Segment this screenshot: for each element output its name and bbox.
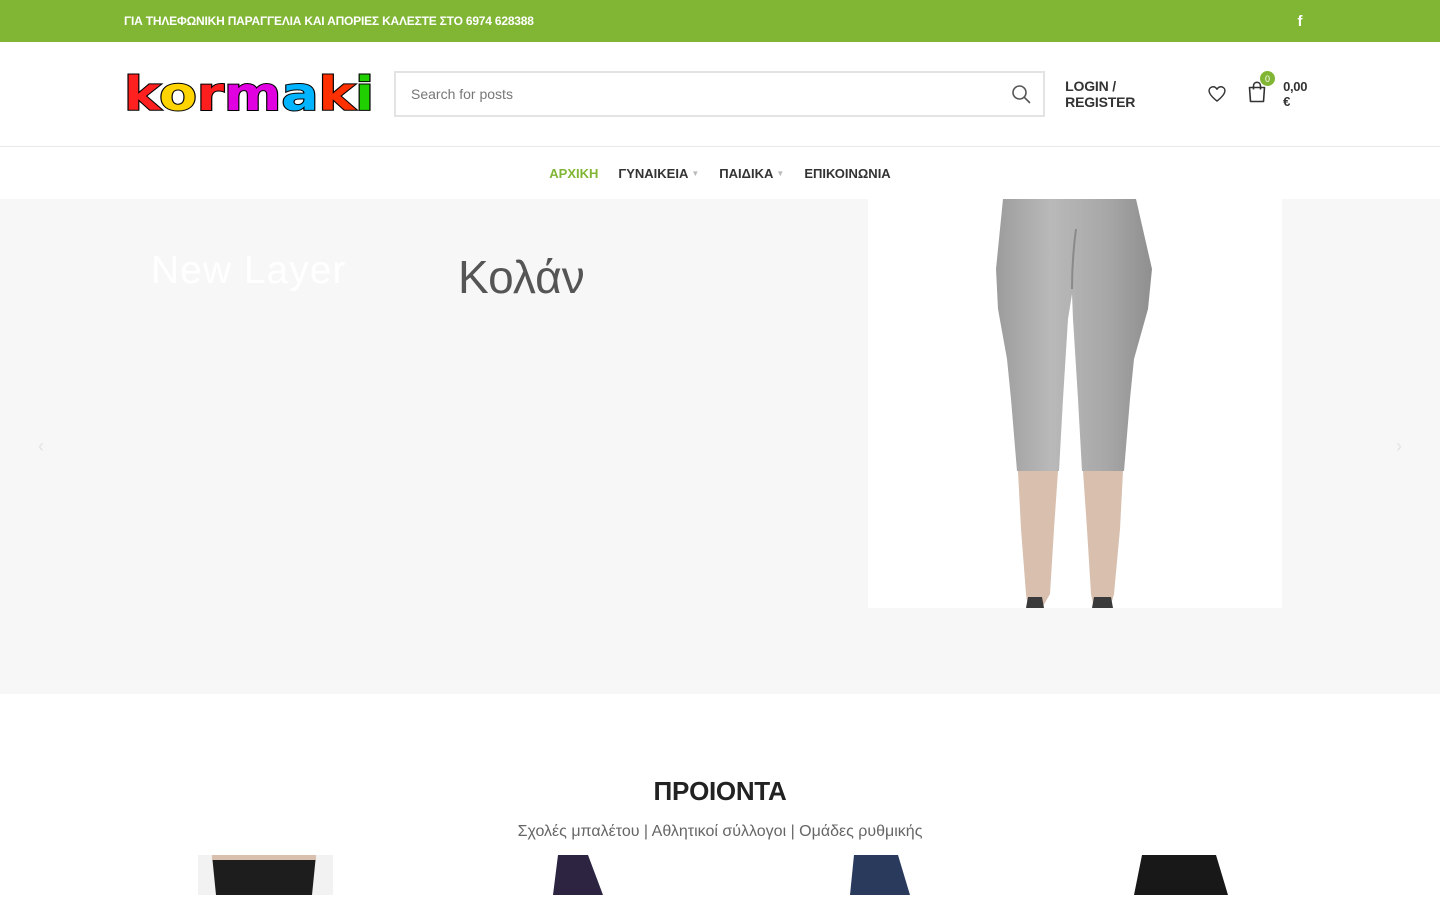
- section-subtitle: Σχολές μπαλέτου | Αθλητικοί σύλλογοι | Ο…: [517, 823, 923, 840]
- site-header: kormaki LOGIN / REGISTER 0: [0, 42, 1440, 147]
- product-card-thumbnail[interactable]: [848, 855, 918, 895]
- slide-product-image: [868, 199, 1282, 608]
- slider-prev-arrow-icon[interactable]: ‹: [38, 436, 44, 457]
- product-card-thumbnail[interactable]: [1132, 855, 1232, 895]
- slide-title: Κολάν: [458, 251, 585, 303]
- nav-item-contact[interactable]: ΕΠΙΚΟΙΝΩΝΙΑ: [794, 166, 900, 181]
- wishlist-heart-icon[interactable]: [1207, 84, 1227, 104]
- chevron-down-icon: ▼: [776, 168, 785, 178]
- slider-next-arrow-icon[interactable]: ›: [1396, 436, 1402, 457]
- cart-button[interactable]: 0 0,00 €: [1247, 71, 1316, 109]
- nav-item-home[interactable]: ΑΡΧΙΚΗ: [539, 166, 608, 181]
- nav-item-label: ΓΥΝΑΙΚΕΙΑ: [618, 165, 689, 181]
- nav-item-women[interactable]: ΓΥΝΑΙΚΕΙΑ ▼: [608, 166, 709, 181]
- login-register-link[interactable]: LOGIN / REGISTER: [1065, 78, 1187, 110]
- phone-order-message: ΓΙΑ ΤΗΛΕΦΩΝΙΚΗ ΠΑΡΑΓΓΕΛΙΑ ΚΑΙ ΑΠΟΡΙΕΣ ΚΑ…: [124, 14, 534, 28]
- nav-item-label: ΠΑΙΔΙΚΑ: [719, 165, 774, 181]
- chevron-down-icon: ▼: [691, 168, 700, 178]
- svg-text:kormaki: k o rm a k i: [124, 72, 374, 116]
- site-logo[interactable]: k o rm a k i: [124, 72, 374, 116]
- nav-item-kids[interactable]: ΠΑΙΔΙΚΑ ▼: [709, 166, 794, 181]
- hero-slider: ‹ › New Layer Κολάν: [0, 199, 1440, 694]
- main-navigation: ΑΡΧΙΚΗ ΓΥΝΑΙΚΕΙΑ ▼ ΠΑΙΔΙΚΑ ▼ ΕΠΙΚΟΙΝΩΝΙΑ: [0, 147, 1440, 199]
- products-section: ΠΡΟΙΟΝΤΑ Σχολές μπαλέτου | Αθλητικοί σύλ…: [0, 776, 1440, 841]
- leggings-illustration: [996, 199, 1152, 608]
- cart-total: 0,00 €: [1283, 79, 1308, 109]
- product-grid: [0, 841, 1440, 900]
- product-card-thumbnail[interactable]: [548, 855, 608, 895]
- product-card-thumbnail[interactable]: [198, 855, 333, 895]
- top-bar: ΓΙΑ ΤΗΛΕΦΩΝΙΚΗ ΠΑΡΑΓΓΕΛΙΑ ΚΑΙ ΑΠΟΡΙΕΣ ΚΑ…: [0, 0, 1440, 42]
- kormaki-logo: k o rm a k i: [124, 72, 374, 116]
- nav-item-label: ΕΠΙΚΟΙΝΩΝΙΑ: [804, 165, 891, 181]
- nav-item-label: ΑΡΧΙΚΗ: [549, 165, 599, 181]
- search-icon[interactable]: [999, 73, 1043, 115]
- cart-count-badge: 0: [1260, 71, 1276, 86]
- facebook-icon[interactable]: f: [1290, 13, 1310, 30]
- search-bar: [394, 71, 1046, 117]
- header-actions: LOGIN / REGISTER 0 0,00 €: [1065, 71, 1316, 110]
- slide-layer-text: New Layer: [151, 249, 347, 292]
- search-input[interactable]: [411, 86, 1000, 102]
- section-heading: ΠΡΟΙΟΝΤΑ: [653, 776, 787, 806]
